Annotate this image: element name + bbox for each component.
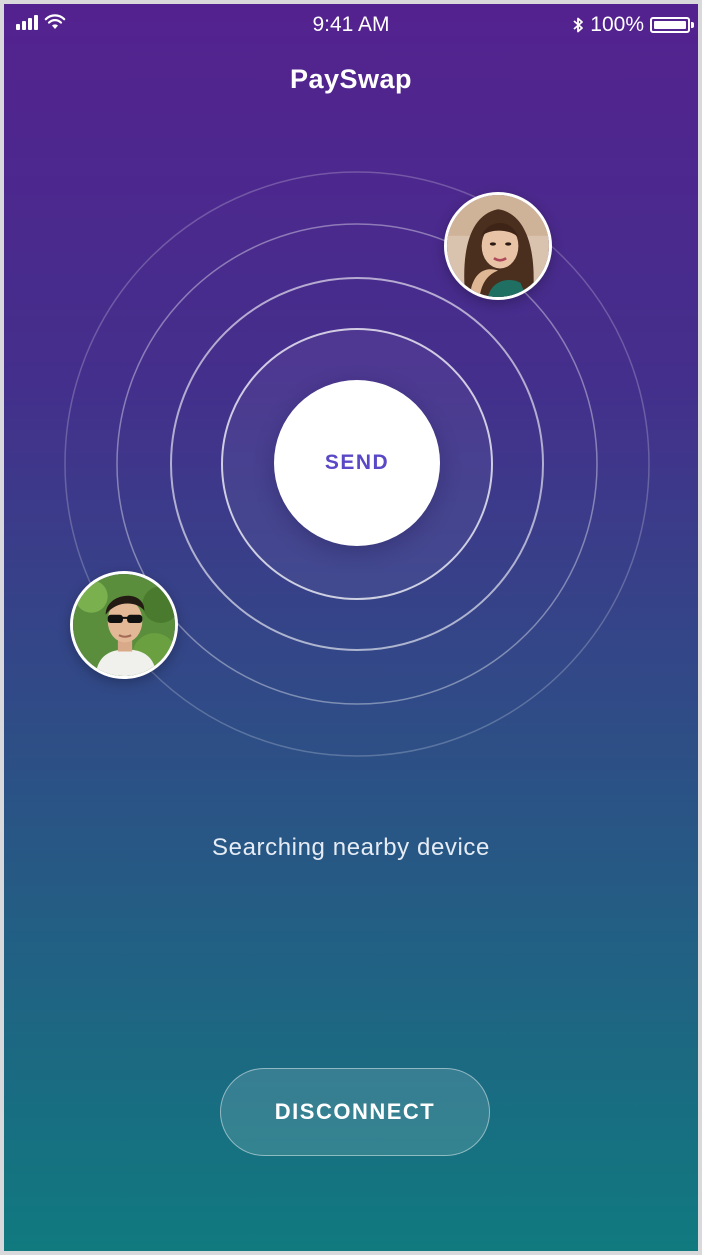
searching-status-text: Searching nearby device xyxy=(212,834,490,861)
app-screen: 9:41 AM 100% PaySwap SEND Searching near… xyxy=(4,4,698,1251)
man-avatar[interactable] xyxy=(70,571,178,679)
woman-avatar[interactable] xyxy=(444,192,552,300)
battery-percent: 100% xyxy=(590,13,644,36)
status-right: 100% xyxy=(572,13,694,37)
battery-icon xyxy=(650,17,694,33)
send-button[interactable]: SEND xyxy=(274,380,440,546)
bluetooth-icon xyxy=(573,17,584,33)
app-title: PaySwap xyxy=(289,64,413,94)
status-bar: 9:41 AM 100% xyxy=(4,4,698,44)
disconnect-button[interactable]: DISCONNECT xyxy=(220,1068,490,1156)
man-avatar-image xyxy=(73,574,175,676)
woman-avatar-image xyxy=(447,195,549,297)
